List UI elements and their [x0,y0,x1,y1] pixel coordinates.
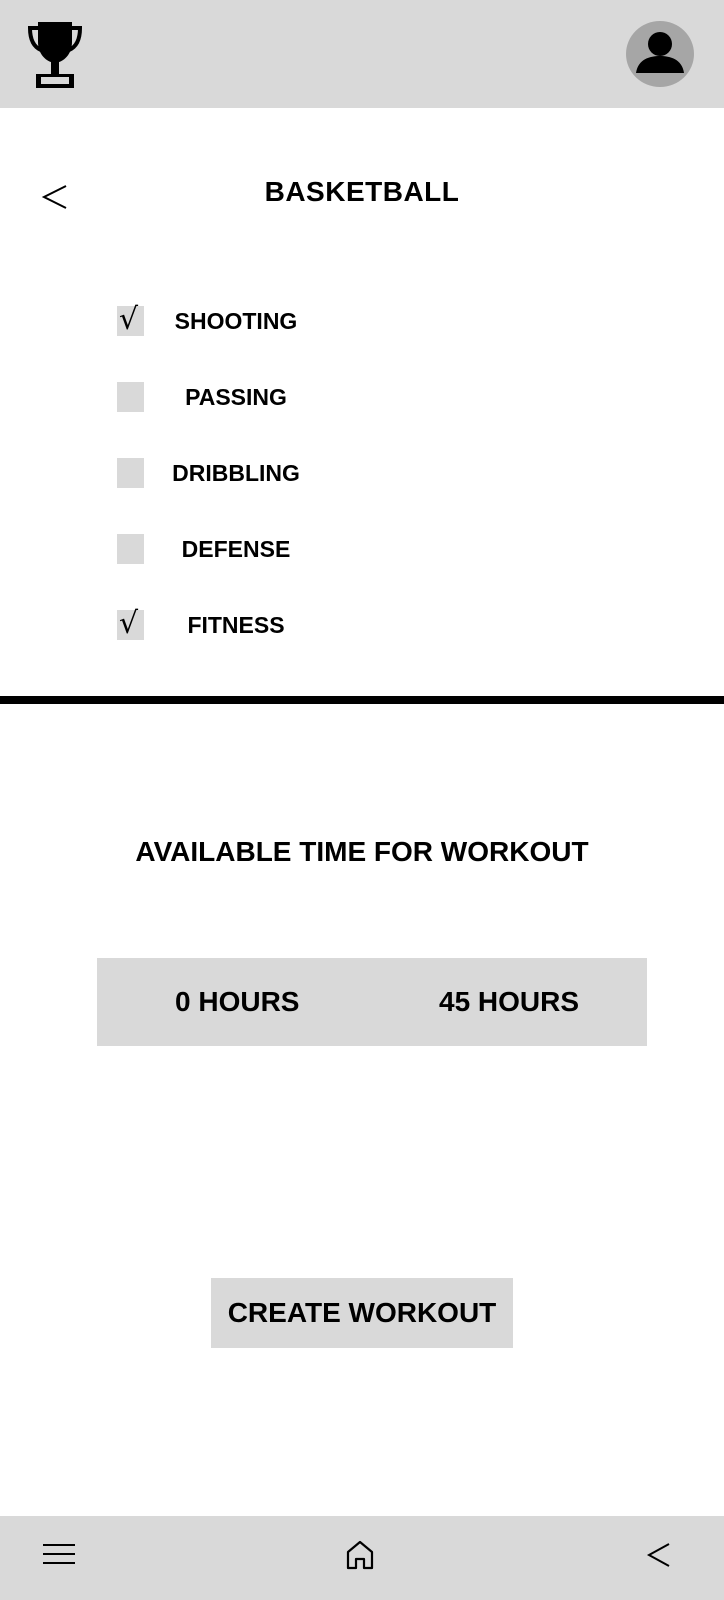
skill-item-passing[interactable]: PASSING [117,382,377,412]
page-title: BASKETBALL [264,176,460,207]
checkbox[interactable]: √ [117,606,144,641]
skill-item-fitness[interactable]: √ FITNESS [117,606,377,641]
checkbox[interactable] [117,534,144,564]
skill-item-shooting[interactable]: √ SHOOTING [117,302,377,337]
chevron-left-icon[interactable] [646,1540,672,1570]
section-divider [0,696,724,704]
skill-label: DEFENSE [181,536,291,562]
checkbox[interactable] [117,458,144,488]
time-min-label: 0 HOURS [175,986,300,1017]
skill-item-defense[interactable]: DEFENSE [117,534,377,564]
checkmark-icon: √ [119,302,139,337]
create-workout-button[interactable]: CREATE WORKOUT [211,1278,513,1348]
skill-item-dribbling[interactable]: DRIBBLING [117,458,377,488]
time-range-selector[interactable]: 0 HOURS 45 HOURS [97,958,647,1046]
bottom-nav-bar [0,1516,724,1600]
checkbox[interactable] [117,382,144,412]
user-avatar-icon[interactable] [626,21,694,87]
checkbox[interactable]: √ [117,302,144,337]
skill-label: FITNESS [187,612,285,638]
skill-label: SHOOTING [174,308,298,334]
time-heading: AVAILABLE TIME FOR WORKOUT [135,836,589,867]
skill-label: DRIBBLING [172,460,300,486]
checkmark-icon: √ [119,606,139,641]
skill-label: PASSING [185,384,287,410]
trophy-icon[interactable] [26,20,84,88]
hamburger-menu-icon[interactable] [42,1542,76,1566]
top-app-bar [0,0,724,108]
time-max-label: 45 HOURS [439,986,580,1017]
home-icon[interactable] [346,1540,374,1570]
